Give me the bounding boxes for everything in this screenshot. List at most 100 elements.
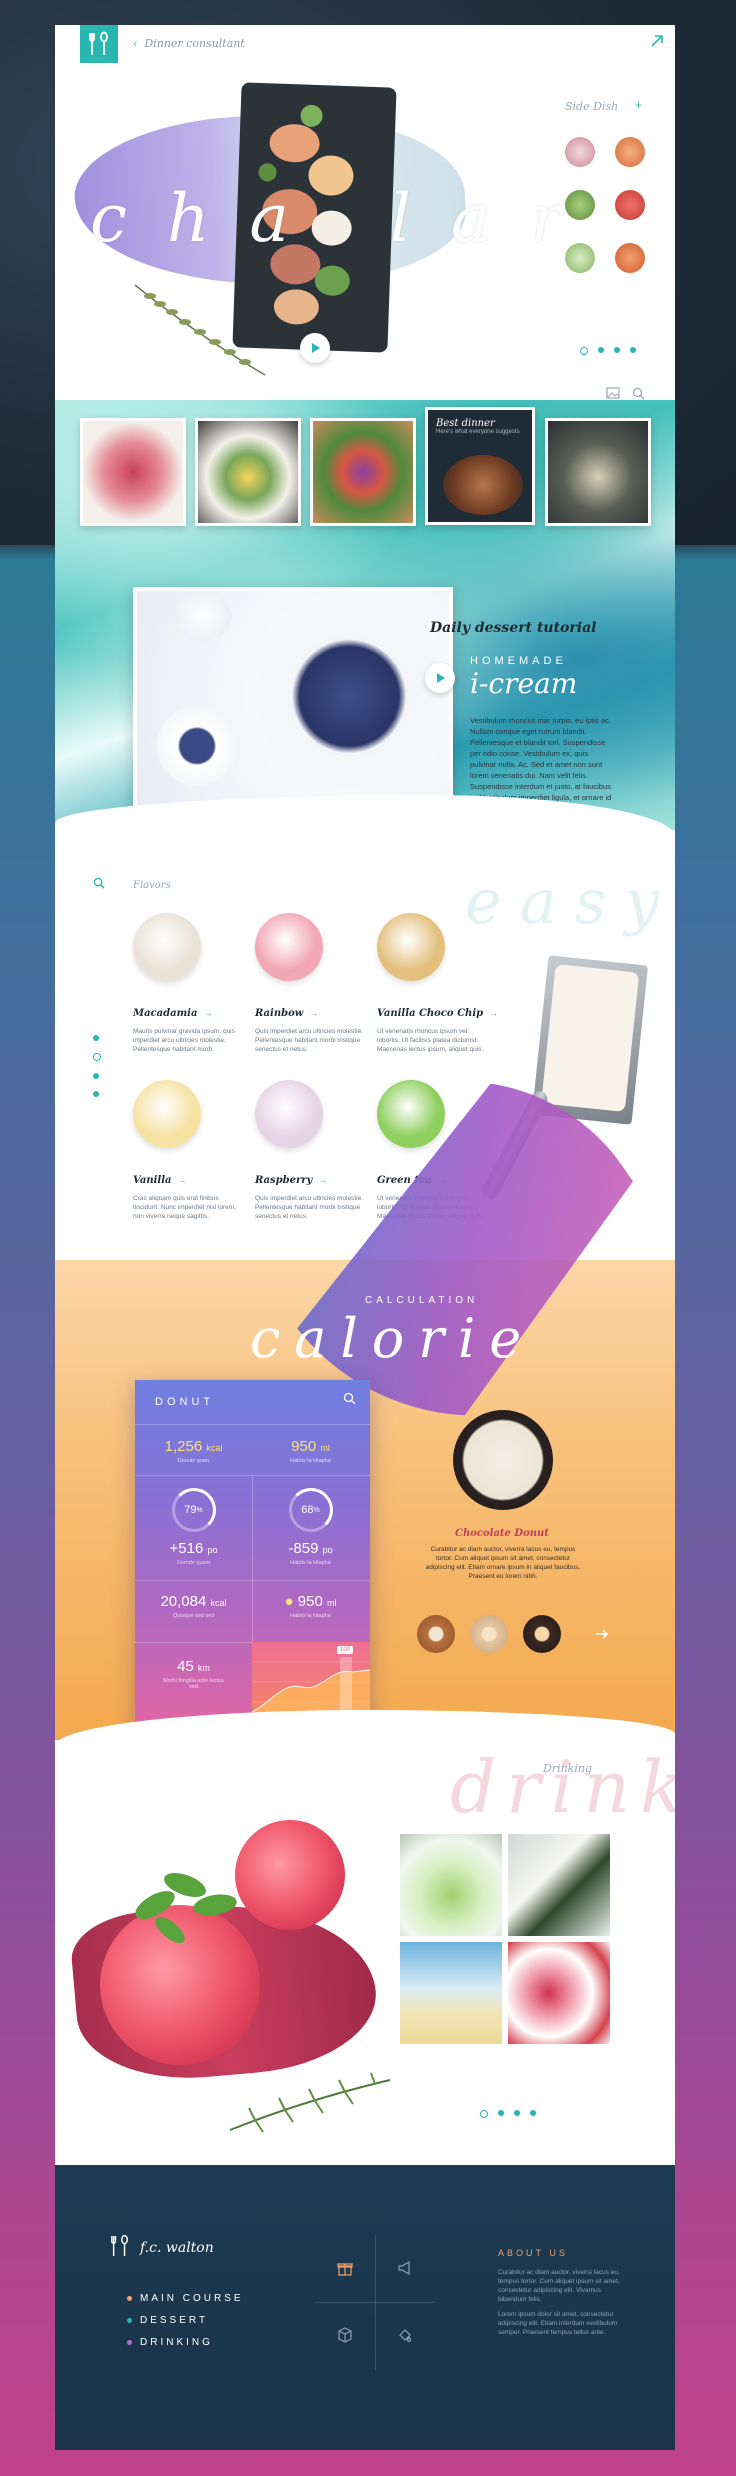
drink-carousel-dots[interactable] xyxy=(480,2110,536,2118)
flavor-card[interactable]: Vanilla Choco Chip → Ut venenatis rhoncus … xyxy=(377,913,498,1054)
km-caption: Morbi fringilla ante luctus sed xyxy=(163,1678,224,1690)
donut-option[interactable] xyxy=(417,1615,455,1653)
donut-nutrition-card[interactable]: DONUT 1,256 kcal Donuts gram 950 ml Habi… xyxy=(135,1380,370,1735)
divider xyxy=(135,1424,370,1425)
distance-stat: 45 km Morbi fringilla ante luctus sed xyxy=(135,1658,252,1690)
donut-option[interactable] xyxy=(470,1615,508,1653)
drink-thumb-champagne[interactable] xyxy=(398,1940,504,2046)
side-dish-item[interactable] xyxy=(615,243,645,273)
arrow-right-icon[interactable] xyxy=(595,1628,609,1640)
gallery-thumb-pie[interactable] xyxy=(80,418,186,526)
bullet-icon xyxy=(127,2296,132,2301)
carousel-dot[interactable] xyxy=(514,2110,520,2116)
about-title: ABOUT US xyxy=(498,2248,568,2258)
cream-bowl-image xyxy=(172,591,232,641)
km-unit: km xyxy=(197,1663,210,1673)
side-dish-item[interactable] xyxy=(565,137,595,167)
search-icon[interactable] xyxy=(343,1392,356,1405)
footer-nav-label: MAIN COURSE xyxy=(140,2293,244,2304)
carousel-dot-active[interactable] xyxy=(480,2110,488,2118)
po-caption: Habits la kitapha xyxy=(290,1560,331,1566)
footer-nav-item[interactable]: DRINKING xyxy=(127,2337,244,2348)
footer-nav: MAIN COURSE DESSERT DRINKING xyxy=(127,2293,244,2359)
pagination-dot[interactable] xyxy=(93,1035,99,1041)
side-dish-item[interactable] xyxy=(565,243,595,273)
chevron-left-icon: ‹ xyxy=(133,37,138,50)
flavor-pagination[interactable] xyxy=(93,1035,101,1097)
chocolate-donut-image[interactable] xyxy=(453,1410,553,1510)
flavor-description: Cras aliquam quis erat finibus tincidunt… xyxy=(133,1195,236,1220)
footer-nav-item[interactable]: DESSERT xyxy=(127,2315,244,2326)
drink-watermark: drink xyxy=(450,1745,675,1829)
play-button[interactable] xyxy=(300,333,330,363)
arrow-right-icon[interactable]: → xyxy=(318,1175,327,1185)
flavor-description: Quis imperdiet arcu ultricies molestie. … xyxy=(255,1195,364,1220)
bullet-icon xyxy=(127,2318,132,2323)
megaphone-icon[interactable] xyxy=(397,2260,413,2276)
footer-nav-item[interactable]: MAIN COURSE xyxy=(127,2293,244,2304)
gift-icon[interactable] xyxy=(337,2260,353,2276)
arrow-right-icon[interactable]: → xyxy=(177,1175,186,1185)
gallery-thumb-mussels[interactable] xyxy=(545,418,651,526)
flavor-name: Vanilla Choco Chip xyxy=(377,1008,484,1019)
percent-value: 79 xyxy=(184,1504,197,1516)
paint-bucket-icon[interactable] xyxy=(397,2327,413,2343)
best-dinner-caption: Best dinner Here's what everyone suggest… xyxy=(436,418,520,435)
fork-spoon-icon xyxy=(89,31,108,55)
gallery-thumb-best-dinner[interactable]: Best dinner Here's what everyone suggest… xyxy=(425,407,535,525)
carousel-dot[interactable] xyxy=(498,2110,504,2116)
carousel-dots[interactable] xyxy=(580,347,636,355)
arrow-right-icon[interactable]: → xyxy=(203,1008,212,1018)
flavor-card[interactable]: Macadamia → Mauris pulvinar gravida ipsum,… xyxy=(133,913,243,1054)
ice-cream-scoop-image xyxy=(377,913,445,981)
kcal2-value: 20,084 xyxy=(160,1593,207,1610)
side-dish-item[interactable] xyxy=(615,190,645,220)
gallery-thumb-bowl[interactable] xyxy=(310,418,416,526)
drink-thumb-berry-jar[interactable] xyxy=(506,1940,612,2046)
pagination-dot[interactable] xyxy=(93,1091,99,1097)
drink-thumb-lemonade[interactable] xyxy=(398,1832,504,1938)
image-icon[interactable] xyxy=(606,387,620,399)
kcal2-caption: Quisque sed orci xyxy=(172,1613,215,1619)
pagination-dot-active[interactable] xyxy=(93,1053,101,1061)
side-dish-item[interactable] xyxy=(565,190,595,220)
logo[interactable] xyxy=(80,25,118,63)
blueberry-dessert-photo[interactable] xyxy=(133,587,453,829)
plus-icon[interactable]: + xyxy=(635,98,642,112)
hero-title: cha lar xyxy=(90,180,602,257)
carousel-dot-active[interactable] xyxy=(580,347,588,355)
flavor-card[interactable]: Raspberry → Quis imperdiet arcu ultricies … xyxy=(255,1080,365,1221)
donut-option[interactable] xyxy=(523,1615,561,1653)
ml-stat: 950 ml Habits la kitapha xyxy=(252,1438,369,1464)
drink-thumb-wine[interactable] xyxy=(506,1832,612,1938)
side-dish-item[interactable] xyxy=(615,137,645,167)
flavor-name: Vanilla xyxy=(133,1175,172,1186)
arrow-right-icon[interactable]: → xyxy=(309,1008,318,1018)
carousel-dot[interactable] xyxy=(598,347,604,353)
footer-nav-label: DRINKING xyxy=(140,2337,213,2348)
gallery-thumb-salad[interactable] xyxy=(195,418,301,526)
carousel-dot[interactable] xyxy=(530,2110,536,2116)
small-bowl-image xyxy=(157,706,237,786)
divider xyxy=(135,1580,370,1581)
arrow-right-icon[interactable]: → xyxy=(489,1008,498,1018)
flavor-card[interactable]: Rainbow → Quis imperdiet arcu ultricies mo… xyxy=(255,913,365,1054)
homemade-label: HOMEMADE xyxy=(470,655,567,667)
ice-cream-tin-image xyxy=(531,955,649,1125)
drinking-label: Drinking xyxy=(543,1762,592,1775)
carousel-dot[interactable] xyxy=(630,347,636,353)
box-icon[interactable] xyxy=(337,2327,353,2343)
herb-sprig-image xyxy=(134,284,266,376)
pagination-dot[interactable] xyxy=(93,1073,99,1079)
breadcrumb[interactable]: ‹ Dinner consultant xyxy=(133,37,245,50)
search-icon[interactable] xyxy=(93,877,105,889)
card-title: DONUT xyxy=(155,1396,215,1408)
about-text-2: Lorem ipsum dolor sit amet, consectetur … xyxy=(498,2311,618,2336)
play-button[interactable] xyxy=(425,663,455,693)
flavor-card[interactable]: Vanilla → Cras aliquam quis erat finibus t… xyxy=(133,1080,243,1221)
carousel-dot[interactable] xyxy=(614,347,620,353)
arrow-up-right-icon[interactable] xyxy=(649,33,665,49)
km-value: 45 xyxy=(177,1658,194,1675)
percent-stat-2: 68% -859 po Habits la kitapha xyxy=(252,1488,369,1566)
search-icon[interactable] xyxy=(632,387,645,400)
